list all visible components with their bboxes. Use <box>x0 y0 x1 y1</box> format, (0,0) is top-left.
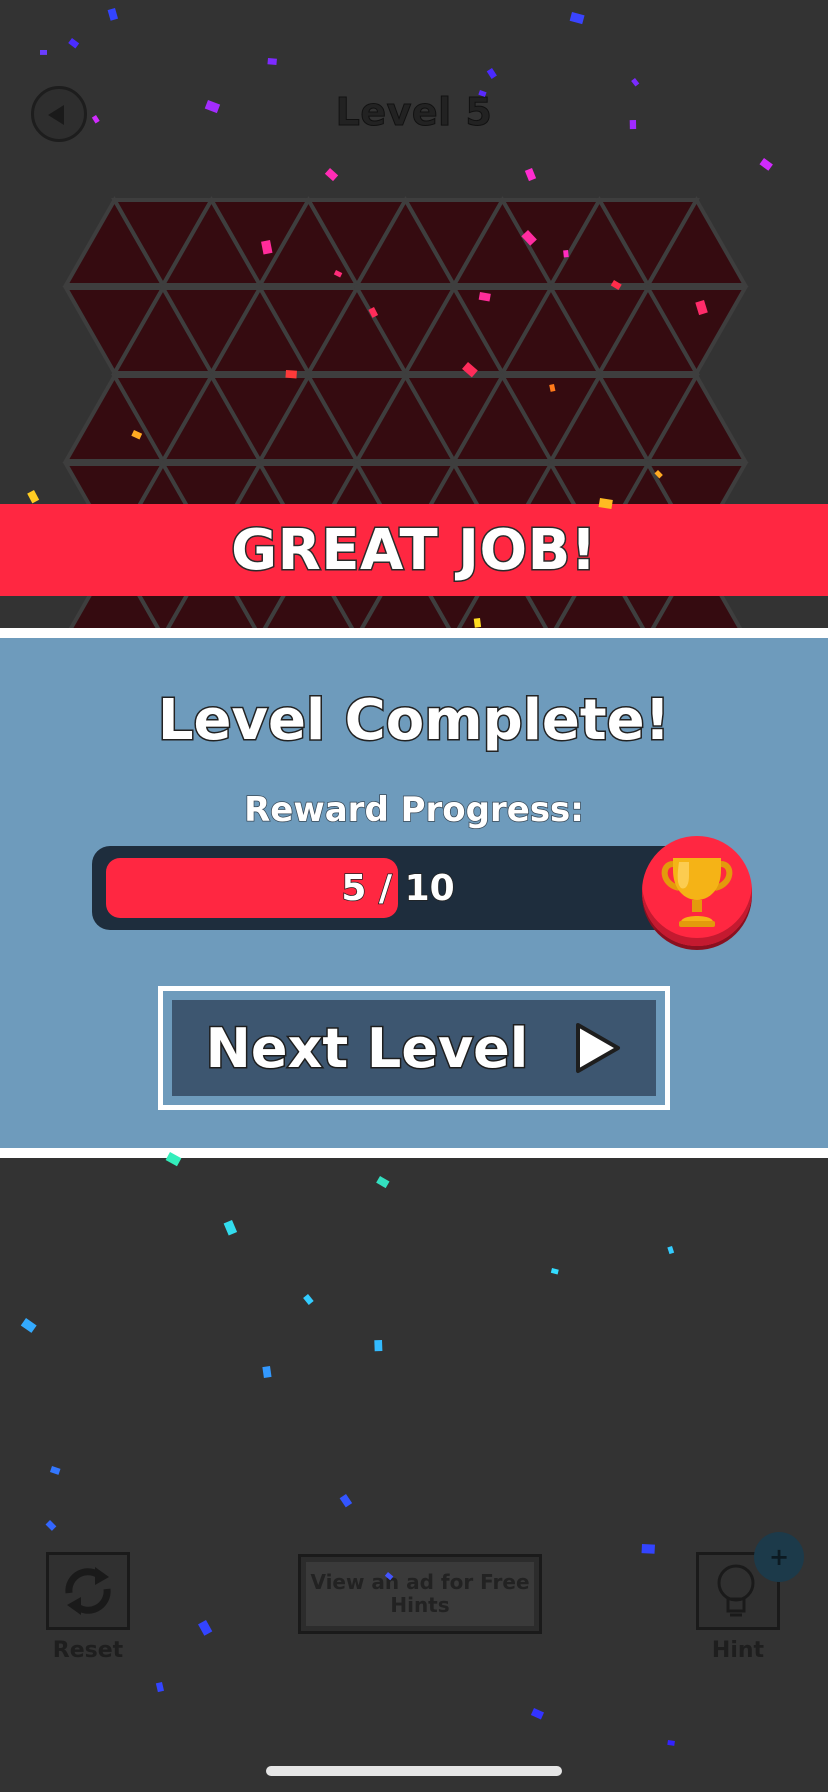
confetti-piece <box>198 1620 213 1636</box>
trophy-badge <box>642 836 752 946</box>
level-complete-panel: Level Complete! Reward Progress: 5 / 10 … <box>0 628 828 1158</box>
confetti-piece <box>376 1176 390 1189</box>
reward-progress-label: Reward Progress: <box>243 789 584 831</box>
hint-label: Hint <box>711 1638 765 1663</box>
confetti-piece <box>374 1340 383 1352</box>
play-arrow-icon <box>576 1023 621 1073</box>
game-screen: Level 5 GREAT JOB! Level Complete! Rewar… <box>0 0 828 1792</box>
level-title: Level 5 <box>335 90 493 135</box>
panel-title: Level Complete! <box>156 687 671 755</box>
banner-text: GREAT JOB! <box>230 516 598 584</box>
next-level-button[interactable]: Next Level <box>158 986 670 1110</box>
confetti-piece <box>20 1317 37 1333</box>
confetti-piece <box>223 1220 238 1236</box>
reset-label: Reset <box>52 1638 124 1663</box>
home-indicator <box>266 1766 562 1776</box>
confetti-piece <box>262 1366 272 1378</box>
confetti-piece <box>155 1682 165 1693</box>
confetti-piece <box>550 1267 559 1275</box>
confetti-piece <box>530 1708 545 1720</box>
trophy-icon <box>661 858 733 927</box>
reset-button[interactable] <box>46 1552 130 1630</box>
next-level-label: Next Level <box>204 1015 530 1081</box>
confetti-piece <box>641 1544 655 1554</box>
confetti-piece <box>667 1740 675 1746</box>
confetti-piece <box>667 1246 675 1255</box>
reward-progress-bar: 5 / 10 <box>92 846 704 930</box>
view-ad-label: View an ad for Free Hints <box>306 1562 534 1626</box>
confetti-piece <box>339 1493 353 1508</box>
confetti-piece <box>303 1294 314 1305</box>
confetti-piece <box>45 1520 57 1531</box>
view-ad-button[interactable]: View an ad for Free Hints <box>298 1554 542 1634</box>
great-job-banner: GREAT JOB! <box>0 504 828 596</box>
next-level-button-face: Next Level <box>172 1000 656 1096</box>
confetti-piece <box>49 1466 61 1475</box>
add-hints-button[interactable]: + <box>754 1532 804 1582</box>
reset-icon <box>65 1567 111 1615</box>
reward-progress-text: 5 / 10 <box>341 867 456 910</box>
